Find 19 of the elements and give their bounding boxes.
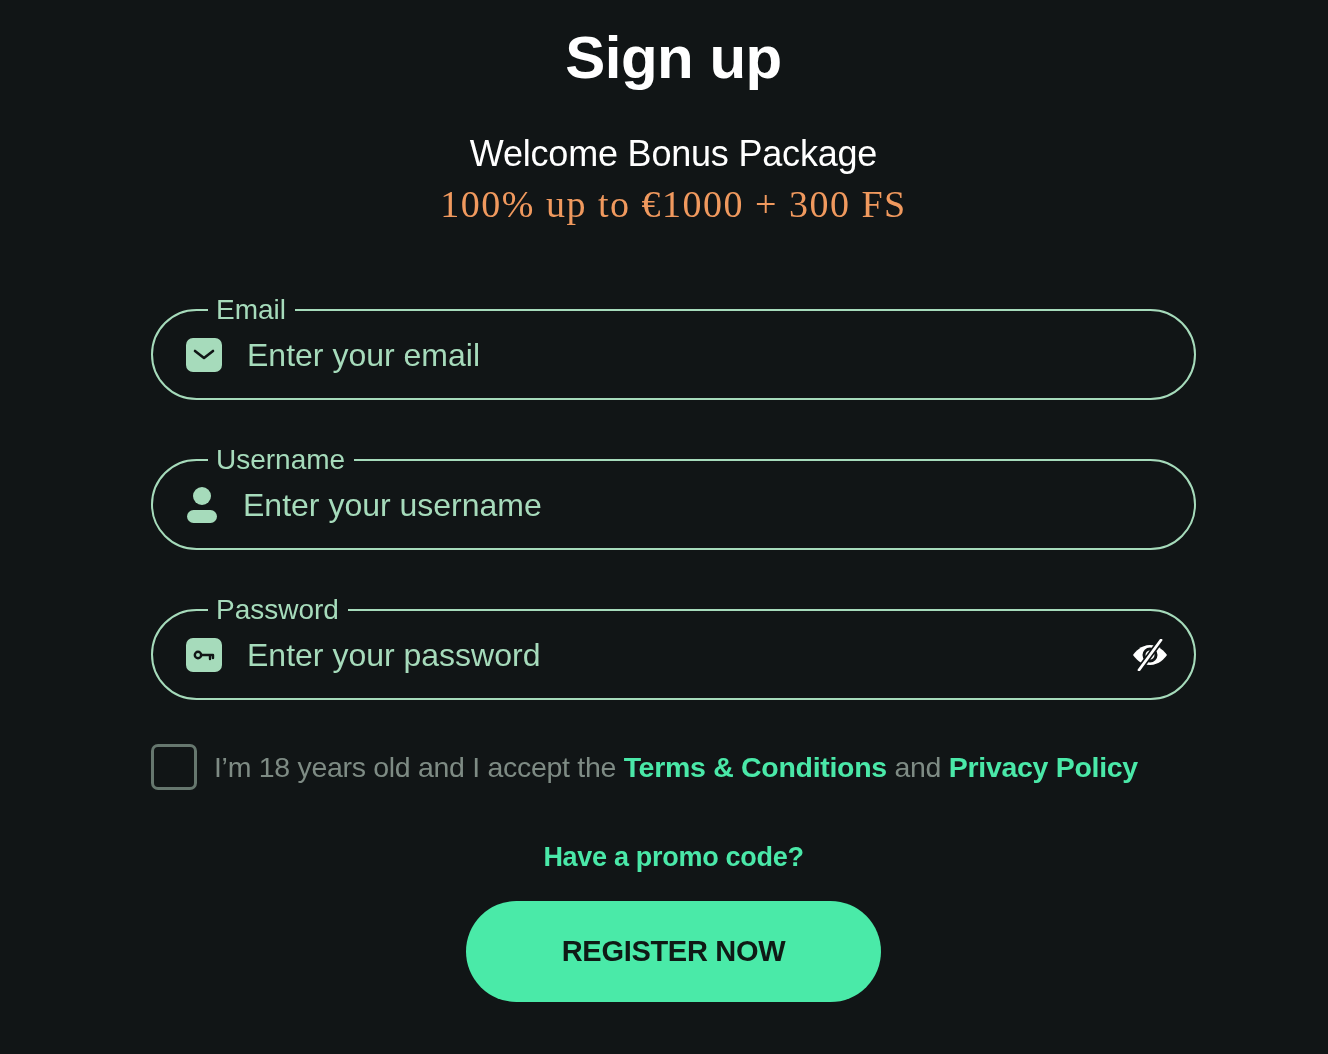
key-icon (186, 638, 222, 672)
email-input[interactable]: Enter your email (247, 333, 1168, 377)
bonus-heading: Welcome Bonus Package (469, 132, 878, 176)
person-icon (186, 487, 218, 523)
promo-code-link[interactable]: Have a promo code? (543, 840, 804, 874)
envelope-icon (186, 338, 222, 372)
password-input[interactable]: Enter your password (247, 633, 1120, 677)
field-label: Email (215, 294, 287, 326)
field-label: Password (215, 594, 340, 626)
consent-text: I’m 18 years old and I accept the Terms & Conditions and Privacy Policy (214, 750, 1138, 785)
register-button[interactable]: REGISTER NOW (466, 901, 881, 1002)
consent-link[interactable]: Privacy Policy (948, 751, 1138, 783)
bonus-offer: 100% up to €1000 + 300 FS (440, 182, 907, 226)
consent-link[interactable]: Terms & Conditions (623, 751, 887, 783)
username-input[interactable]: Enter your username (243, 483, 1168, 527)
consent-checkbox[interactable] (151, 744, 197, 790)
field-label: Username (215, 444, 347, 476)
page-title: Sign up (565, 23, 782, 93)
hide-password-icon[interactable] (1132, 639, 1168, 671)
